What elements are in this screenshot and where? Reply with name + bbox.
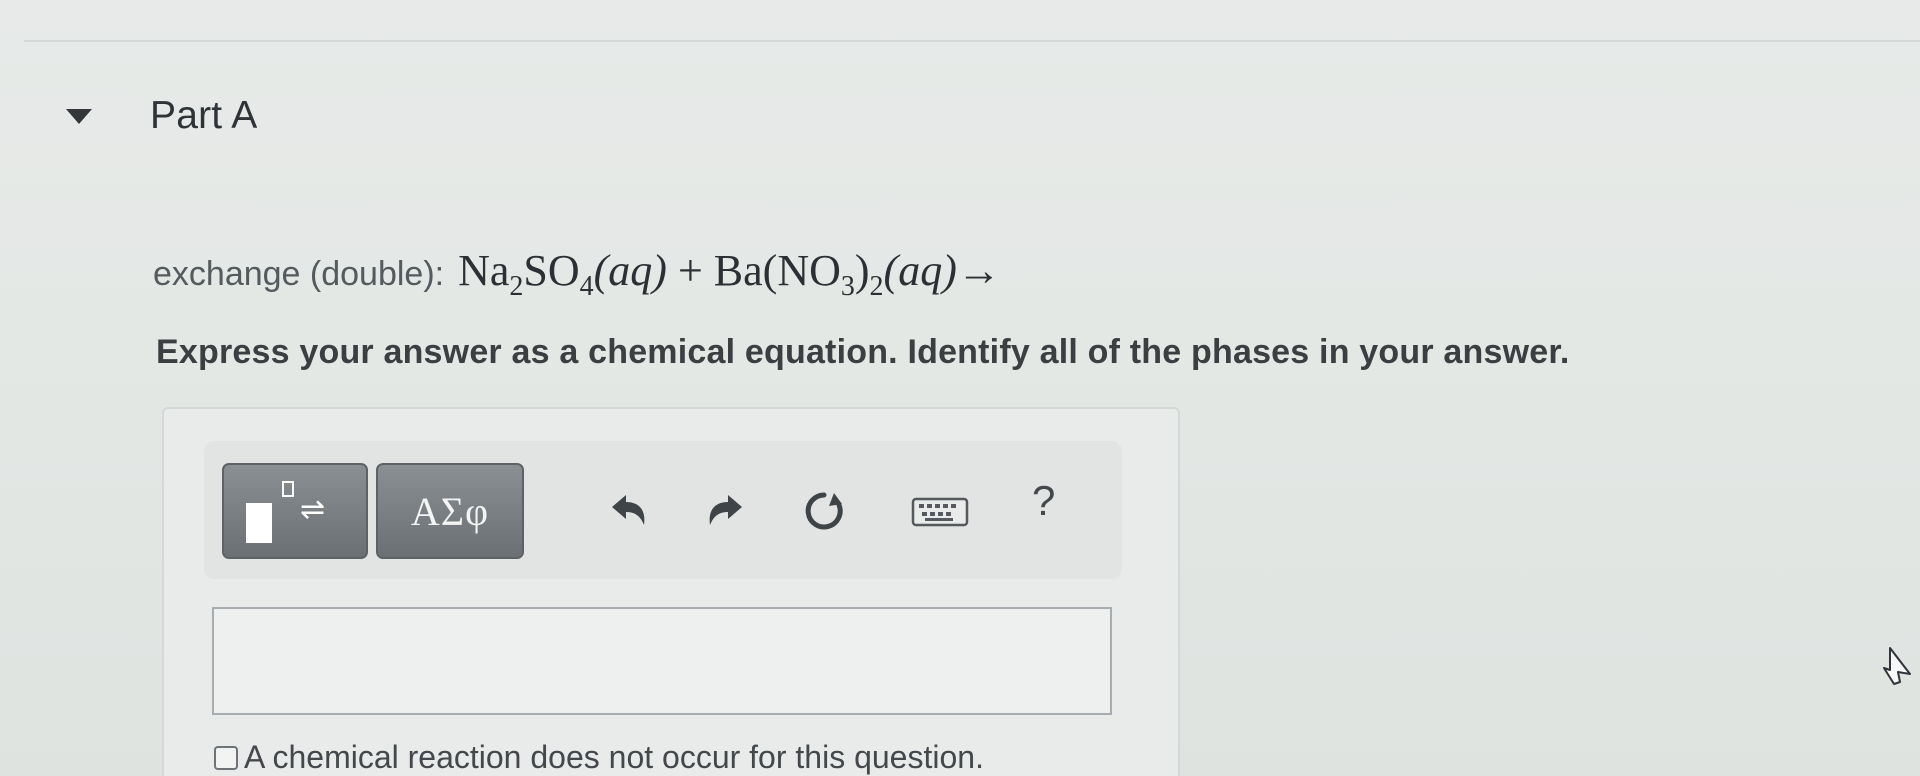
equation-arrow: → [956,246,1001,295]
equation-plus: + [666,246,714,295]
no-reaction-option[interactable]: A chemical reaction does not occur for t… [214,739,984,776]
equation-reactant-2: Ba(NO [713,246,841,295]
equilibrium-arrows-icon: ⇌ [300,493,326,526]
reset-icon[interactable] [798,485,850,537]
part-title: Part A [150,94,258,137]
equation-phase: (aq) [593,246,667,295]
equation-subscript: 2 [869,270,884,302]
question-equation: Na2SO4(aq) + Ba(NO3)2(aq)→ [458,245,1001,303]
no-reaction-label[interactable]: A chemical reaction does not occur for t… [244,739,984,776]
equation-reactant-1-mid: SO [523,246,580,295]
undo-icon[interactable] [602,485,654,537]
answer-input[interactable] [212,607,1112,715]
question-prompt: exchange (double): Na2SO4(aq) + Ba(NO3)2… [153,245,1001,303]
help-icon[interactable]: ? [1032,477,1055,525]
templates-superscript-box [282,481,294,497]
redo-icon[interactable] [700,485,752,537]
instruction-text: Express your answer as a chemical equati… [156,333,1570,371]
equation-reactant-1: Na [458,246,510,295]
mouse-pointer-icon [1883,647,1911,685]
templates-button[interactable]: ⇌ [222,463,368,559]
equation-subscript: 2 [509,270,524,302]
equation-subscript: 4 [579,270,594,302]
keyboard-icon[interactable] [910,485,970,537]
part-header[interactable]: Part A [66,88,257,144]
greek-symbols-button[interactable]: ΑΣφ [376,463,524,559]
screen: Part A exchange (double): Na2SO4(aq) + B… [0,0,1920,776]
equation-reactant-2-mid: ) [854,246,870,295]
no-reaction-checkbox[interactable] [214,745,238,770]
collapse-caret-icon[interactable] [66,108,92,124]
equation-subscript: 3 [840,270,855,302]
section-divider [24,40,1920,42]
answer-panel: ⇌ ΑΣφ ? A chemical reaction does not occ… [162,407,1180,776]
math-toolbar: ⇌ ΑΣφ ? [204,441,1122,579]
templates-icon [246,503,272,543]
question-type-label: exchange (double): [153,255,445,293]
greek-symbols-label: ΑΣφ [410,488,490,534]
equation-phase: (aq) [883,246,957,295]
